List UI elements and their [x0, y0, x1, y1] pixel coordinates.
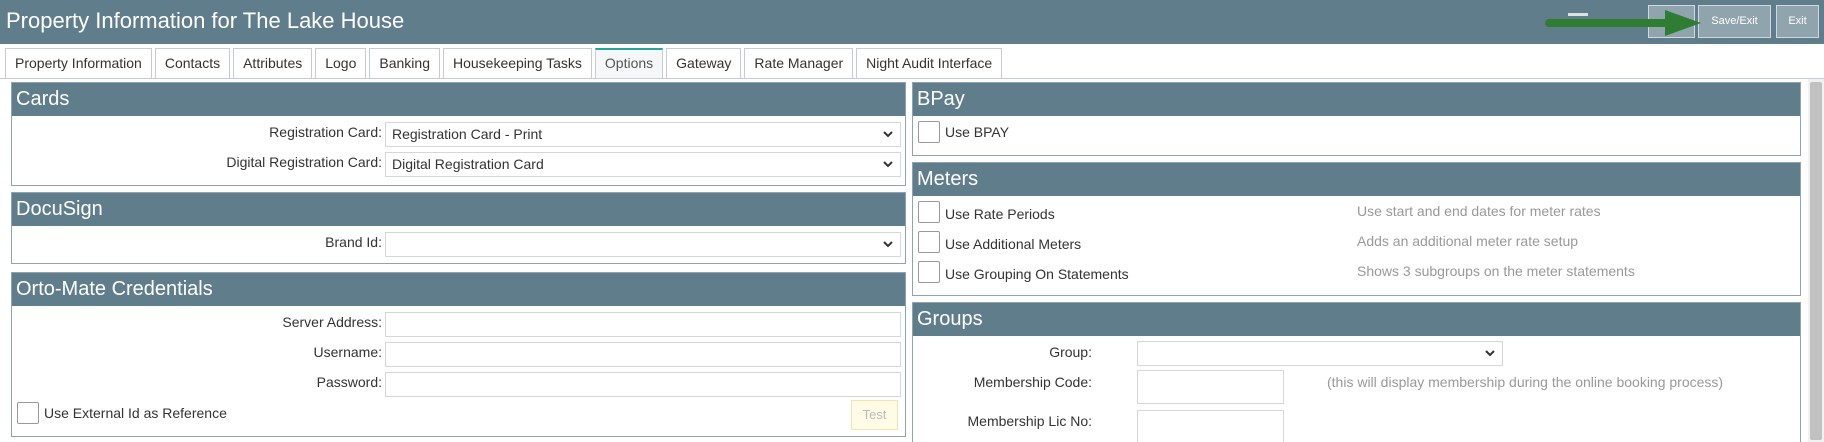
bpay-panel: BPay Use BPAY [912, 82, 1801, 156]
docusign-heading: DocuSign [12, 193, 905, 226]
use-rate-periods-checkbox[interactable] [918, 201, 940, 223]
chevron-down-icon [883, 131, 893, 138]
tab-contacts[interactable]: Contacts [154, 48, 231, 78]
scrollbar-thumb[interactable] [1810, 82, 1822, 440]
tab-bar: Property Information Contacts Attributes… [5, 48, 1005, 78]
bpay-heading: BPay [913, 83, 1800, 116]
use-bpay-checkbox[interactable] [918, 121, 940, 143]
use-external-id-label: Use External Id as Reference [44, 405, 227, 421]
ortomate-panel: Orto-Mate Credentials Server Address: Us… [11, 272, 906, 437]
use-additional-meters-label: Use Additional Meters [945, 236, 1082, 252]
tab-options[interactable]: Options [594, 48, 664, 78]
use-bpay-label: Use BPAY [945, 124, 1010, 140]
group-label: Group: [1049, 344, 1092, 360]
brand-id-label: Brand Id: [325, 234, 382, 250]
chevron-down-icon [883, 241, 893, 248]
use-external-id-checkbox[interactable] [17, 402, 39, 424]
use-additional-meters-checkbox[interactable] [918, 231, 940, 253]
tab-banking[interactable]: Banking [369, 48, 440, 78]
membership-code-hint: (this will display membership during the… [1327, 374, 1724, 390]
server-address-input[interactable] [385, 312, 901, 337]
use-grouping-on-statements-hint: Shows 3 subgroups on the meter statement… [1357, 263, 1635, 279]
use-grouping-on-statements-checkbox[interactable] [918, 261, 940, 283]
digital-registration-card-label: Digital Registration Card: [226, 154, 382, 170]
green-arrow-icon [1545, 10, 1701, 36]
username-label: Username: [313, 344, 382, 360]
server-address-label: Server Address: [282, 314, 382, 330]
password-label: Password: [316, 374, 382, 390]
chevron-down-icon [883, 161, 893, 168]
tab-housekeeping-tasks[interactable]: Housekeeping Tasks [442, 48, 592, 78]
username-input[interactable] [385, 342, 901, 367]
membership-lic-no-input[interactable] [1137, 410, 1284, 442]
registration-card-select[interactable]: Registration Card - Print [385, 122, 901, 147]
ortomate-heading: Orto-Mate Credentials [12, 273, 905, 306]
membership-lic-no-label: Membership Lic No: [967, 413, 1093, 429]
chevron-down-icon [1485, 350, 1495, 357]
tab-divider [0, 78, 1824, 79]
registration-card-value: Registration Card - Print [392, 126, 543, 142]
registration-card-label: Registration Card: [269, 124, 382, 140]
password-input[interactable] [385, 372, 901, 397]
tab-logo[interactable]: Logo [315, 48, 367, 78]
use-rate-periods-hint: Use start and end dates for meter rates [1357, 203, 1601, 219]
exit-button[interactable]: Exit [1776, 5, 1819, 38]
brand-id-select[interactable] [385, 232, 901, 257]
cards-heading: Cards [12, 83, 905, 116]
test-button[interactable]: Test [851, 400, 898, 430]
cards-panel: Cards Registration Card: Registration Ca… [11, 82, 906, 186]
use-additional-meters-hint: Adds an additional meter rate setup [1357, 233, 1579, 249]
digital-registration-card-select[interactable]: Digital Registration Card [385, 152, 901, 177]
membership-code-label: Membership Code: [973, 374, 1092, 390]
digital-registration-card-value: Digital Registration Card [392, 156, 544, 172]
use-rate-periods-label: Use Rate Periods [945, 206, 1055, 222]
docusign-panel: DocuSign Brand Id: [11, 192, 906, 264]
groups-panel: Groups Group: Membership Code: (this wil… [912, 302, 1801, 442]
save-exit-button[interactable]: Save/Exit [1698, 5, 1771, 38]
tab-gateway[interactable]: Gateway [666, 48, 742, 78]
tab-rate-manager[interactable]: Rate Manager [744, 48, 854, 78]
meters-heading: Meters [913, 163, 1800, 196]
page-title: Property Information for The Lake House [6, 8, 405, 33]
group-select[interactable] [1137, 341, 1503, 366]
tab-attributes[interactable]: Attributes [233, 48, 313, 78]
meters-panel: Meters Use Rate Periods Use start and en… [912, 162, 1801, 296]
use-grouping-on-statements-label: Use Grouping On Statements [945, 266, 1129, 282]
groups-heading: Groups [913, 303, 1800, 336]
tab-night-audit-interface[interactable]: Night Audit Interface [856, 48, 1003, 78]
tab-property-information[interactable]: Property Information [5, 48, 152, 78]
title-bar: Property Information for The Lake House … [0, 0, 1824, 44]
membership-code-input[interactable] [1137, 370, 1284, 404]
